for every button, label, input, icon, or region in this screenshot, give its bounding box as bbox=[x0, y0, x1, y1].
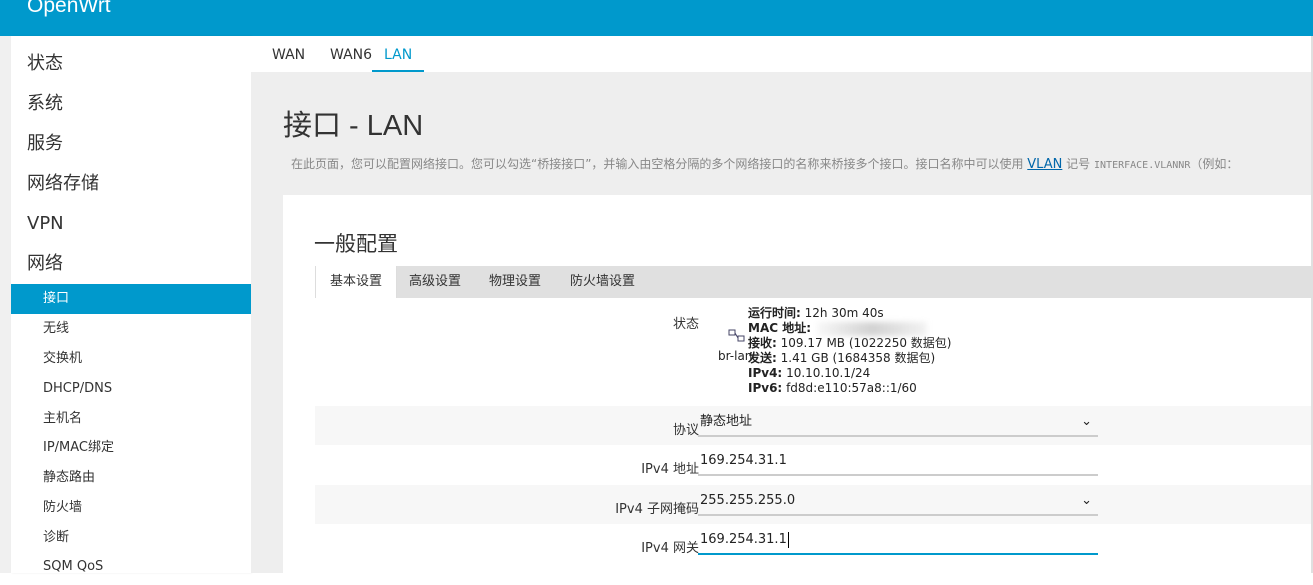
ipv6-label: IPv6: bbox=[748, 381, 783, 395]
netmask-value: 255.255.255.0 bbox=[700, 493, 796, 508]
desc-text-mid: 记号 bbox=[1066, 157, 1091, 171]
rx-value: 109.17 MB (1022250 数据包) bbox=[780, 336, 952, 350]
sidebar-item-network[interactable]: 网络 bbox=[27, 252, 63, 276]
chevron-down-icon: ⌄ bbox=[1081, 493, 1092, 508]
sidebar-item-hostnames[interactable]: 主机名 bbox=[11, 404, 251, 434]
sidebar-item-firewall[interactable]: 防火墙 bbox=[11, 493, 251, 523]
status-details: 运行时间: 12h 30m 40s MAC 地址: 接收: 109.17 MB … bbox=[748, 306, 1048, 396]
vlan-link[interactable]: VLAN bbox=[1027, 157, 1062, 172]
tx-label: 发送: bbox=[748, 351, 777, 365]
uptime-label: 运行时间: bbox=[748, 306, 801, 320]
sidebar-item-ip-mac-binding[interactable]: IP/MAC绑定 bbox=[11, 433, 251, 463]
section-title: 一般配置 bbox=[314, 232, 398, 256]
ipv4-address-input[interactable]: 169.254.31.1 bbox=[698, 449, 1098, 476]
sidebar-item-wireless[interactable]: 无线 bbox=[11, 314, 251, 344]
top-bar: OpenWrt bbox=[0, 0, 1313, 36]
tab-advanced-settings[interactable]: 高级设置 bbox=[395, 266, 475, 298]
main-content: 接口 - LAN 在此页面，您可以配置网络接口。您可以勾选“桥接接口”，并输入由… bbox=[251, 72, 1313, 585]
interface-tabs: WAN WAN6 LAN bbox=[251, 36, 1313, 72]
desc-text: 在此页面，您可以配置网络接口。您可以勾选“桥接接口”，并输入由空格分隔的多个网络… bbox=[291, 157, 1024, 171]
sidebar-item-static-routes[interactable]: 静态路由 bbox=[11, 463, 251, 493]
netmask-row: IPv4 子网掩码 255.255.255.0 ⌄ bbox=[315, 485, 1313, 524]
sidebar-item-nas[interactable]: 网络存储 bbox=[27, 172, 99, 196]
tab-wan[interactable]: WAN bbox=[272, 36, 305, 72]
status-label: 状态 bbox=[672, 317, 699, 332]
mac-label: MAC 地址: bbox=[748, 321, 812, 335]
protocol-label: 协议 bbox=[672, 423, 699, 438]
network-icon bbox=[728, 329, 746, 343]
ipv4-value: 10.10.10.1/24 bbox=[786, 366, 871, 380]
tab-physical-settings[interactable]: 物理设置 bbox=[475, 266, 555, 298]
sidebar-item-services[interactable]: 服务 bbox=[27, 132, 63, 156]
gateway-label: IPv4 网关 bbox=[641, 541, 699, 556]
ipv4-label: IPv4: bbox=[748, 366, 783, 380]
page-description: 在此页面，您可以配置网络接口。您可以勾选“桥接接口”，并输入由空格分隔的多个网络… bbox=[291, 155, 1313, 172]
tab-wan6[interactable]: WAN6 bbox=[330, 36, 372, 72]
sidebar-item-system[interactable]: 系统 bbox=[27, 92, 63, 116]
sidebar-item-diagnostics[interactable]: 诊断 bbox=[11, 523, 251, 553]
protocol-value: 静态地址 bbox=[700, 414, 753, 429]
protocol-select[interactable]: 静态地址 ⌄ bbox=[698, 410, 1098, 437]
tab-lan[interactable]: LAN bbox=[372, 36, 425, 72]
uptime-value: 12h 30m 40s bbox=[804, 306, 884, 320]
sidebar-item-dhcp-dns[interactable]: DHCP/DNS bbox=[11, 374, 251, 404]
chevron-down-icon: ⌄ bbox=[1081, 414, 1092, 429]
mac-value-redacted bbox=[817, 321, 928, 336]
rx-label: 接收: bbox=[748, 336, 777, 350]
tab-firewall-settings[interactable]: 防火墙设置 bbox=[556, 266, 649, 298]
ipv6-value: fd8d:e110:57a8::1/60 bbox=[786, 381, 917, 395]
status-row: 状态 br-lan 运行时间: 12h 30m 40s MAC 地址: 接收: … bbox=[315, 298, 1313, 406]
left-gutter bbox=[0, 36, 11, 573]
tx-value: 1.41 GB (1684358 数据包) bbox=[780, 351, 936, 365]
ipv4-address-row: IPv4 地址 169.254.31.1 bbox=[315, 445, 1313, 485]
sidebar-item-interfaces[interactable]: 接口 bbox=[11, 284, 251, 314]
netmask-select[interactable]: 255.255.255.0 ⌄ bbox=[698, 489, 1098, 516]
tab-basic-settings[interactable]: 基本设置 bbox=[315, 266, 398, 298]
ipv4-address-label: IPv4 地址 bbox=[641, 462, 699, 477]
page-title: 接口 - LAN bbox=[283, 110, 424, 142]
sidebar-item-sqm-qos[interactable]: SQM QoS bbox=[11, 552, 251, 582]
brand-logo[interactable]: OpenWrt bbox=[27, 0, 111, 18]
sidebar: 状态 系统 服务 网络存储 VPN 网络 接口 无线 交换机 DHCP/DNS … bbox=[11, 36, 251, 574]
text-caret bbox=[787, 531, 789, 548]
protocol-row: 协议 静态地址 ⌄ bbox=[315, 406, 1313, 445]
config-tabs: 基本设置 高级设置 物理设置 防火墙设置 bbox=[315, 266, 1313, 298]
gateway-value: 169.254.31.1 bbox=[700, 532, 787, 547]
desc-text-suffix: （例如： bbox=[1190, 157, 1239, 171]
netmask-label: IPv4 子网掩码 bbox=[615, 502, 699, 517]
sidebar-item-status[interactable]: 状态 bbox=[27, 52, 63, 76]
desc-code: INTERFACE.VLANNR bbox=[1094, 160, 1191, 171]
sidebar-item-vpn[interactable]: VPN bbox=[27, 212, 64, 236]
sidebar-item-switch[interactable]: 交换机 bbox=[11, 344, 251, 374]
gateway-row: IPv4 网关 169.254.31.1 bbox=[315, 524, 1313, 564]
config-card: 一般配置 基本设置 高级设置 物理设置 防火墙设置 状态 br-lan 运行时间… bbox=[283, 195, 1313, 585]
gateway-input[interactable]: 169.254.31.1 bbox=[698, 528, 1098, 555]
